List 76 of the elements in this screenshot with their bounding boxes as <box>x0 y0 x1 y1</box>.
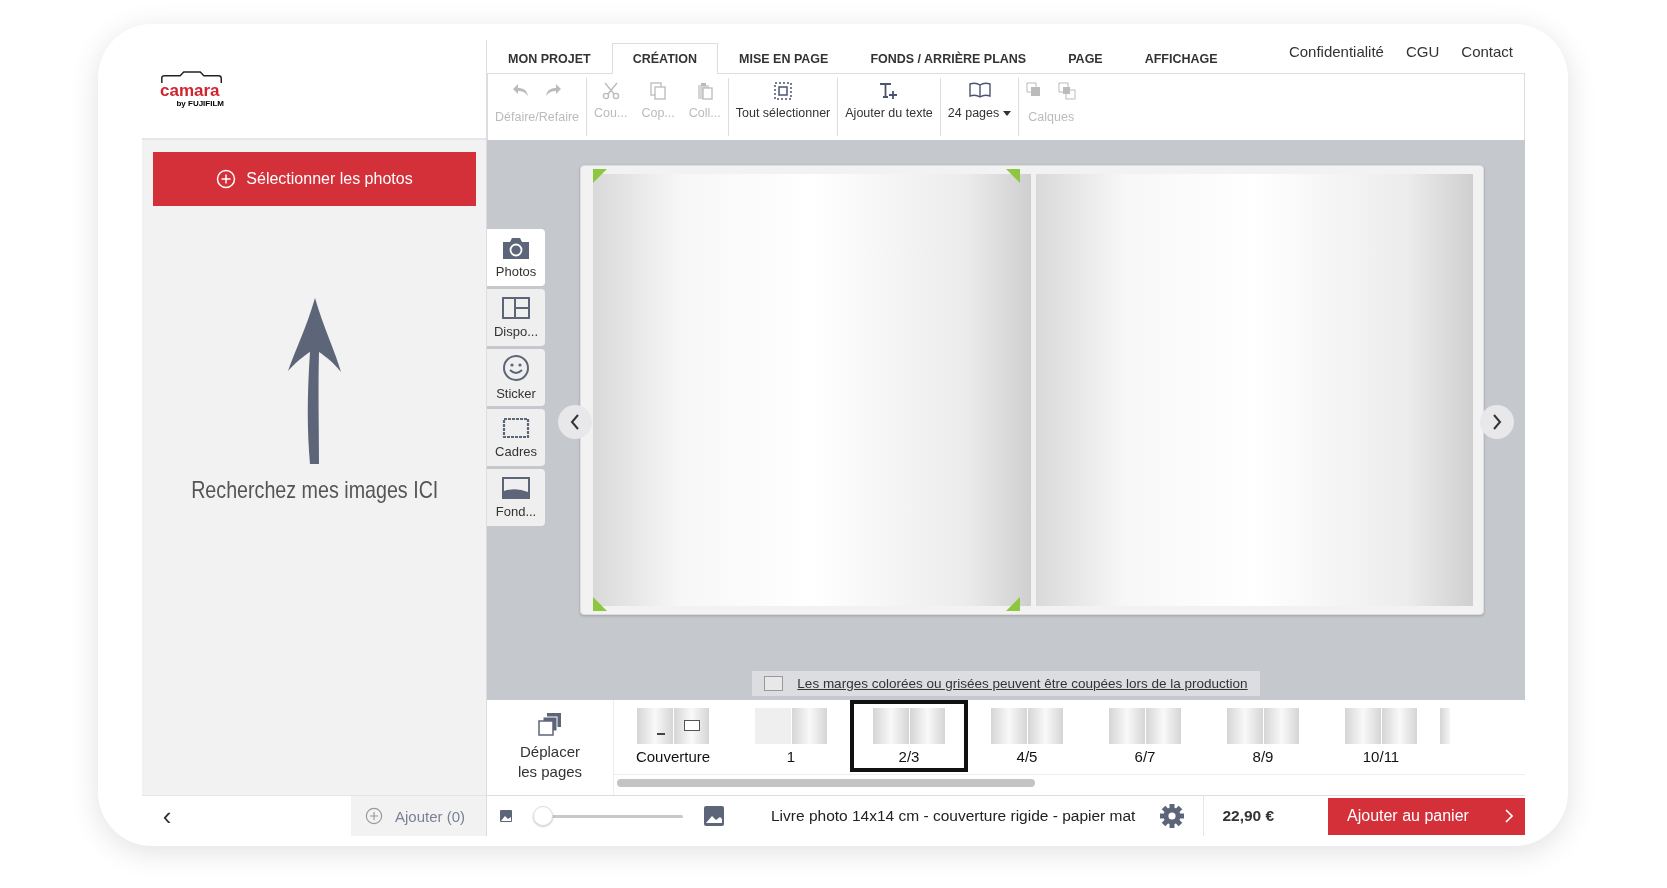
menu-tab[interactable]: PAGE <box>1047 43 1124 73</box>
page-thumbnail[interactable]: Couverture <box>614 700 732 772</box>
stacked-pages-icon <box>537 712 563 736</box>
collapse-button[interactable]: ‹ <box>142 796 192 836</box>
plus-circle-icon <box>365 807 383 825</box>
spread-preview <box>1227 708 1299 744</box>
header-link[interactable]: CGU <box>1405 43 1440 60</box>
side-tab[interactable]: Dispo... <box>487 289 545 346</box>
page-thumbnail[interactable]: 2/3 <box>850 700 968 772</box>
small-image-icon <box>499 809 513 823</box>
side-tab[interactable]: Sticker <box>487 349 545 406</box>
layout-icon <box>501 296 531 320</box>
scrollbar-thumb[interactable] <box>617 779 1035 787</box>
next-button[interactable] <box>1480 405 1514 439</box>
spread-preview <box>1345 708 1417 744</box>
side-tab[interactable]: Photos <box>487 229 545 286</box>
frame-icon <box>501 416 531 440</box>
add-to-cart-button[interactable]: Ajouter au panier <box>1328 797 1525 835</box>
redo-icon <box>544 82 563 98</box>
settings-icon[interactable] <box>1159 803 1186 829</box>
page-thumbnail[interactable]: 8/9 <box>1204 700 1322 772</box>
corner-mark-icon <box>593 597 607 611</box>
spread-preview <box>1440 708 1450 744</box>
logo-text: camara <box>160 81 220 99</box>
menu-tab[interactable]: CRÉATION <box>611 43 718 74</box>
corner-mark-icon <box>1006 169 1020 183</box>
page-thumbnail[interactable]: 4/5 <box>968 700 1086 772</box>
corner-mark-icon <box>593 169 607 183</box>
logo-byline: by FUJIFILM <box>176 99 224 108</box>
product-description: Livre photo 14x14 cm - couverture rigide - papier mat <box>771 807 1136 825</box>
checkbox[interactable] <box>764 676 784 691</box>
open-book-icon <box>968 82 991 98</box>
toolbar-button[interactable]: Tout sélectionner <box>728 78 839 136</box>
camera-outline-icon <box>160 70 224 84</box>
camera-icon <box>501 236 531 260</box>
zoom-slider[interactable] <box>533 806 683 826</box>
scissors-icon <box>601 82 620 100</box>
add-text-icon <box>879 82 900 100</box>
page-thumbnail[interactable]: 10/11 <box>1322 700 1440 772</box>
add-button[interactable]: Ajouter (0) <box>351 796 486 836</box>
page-preview <box>755 708 827 744</box>
copy-icon <box>649 82 668 100</box>
chevron-right-icon <box>1492 414 1502 430</box>
spread-preview <box>873 708 945 744</box>
toolbar-button[interactable]: Ajouter du texte <box>838 78 941 136</box>
side-tab[interactable]: Cadres <box>487 409 545 466</box>
side-tab[interactable]: Fond... <box>487 469 545 526</box>
notice-link[interactable]: Les marges colorées ou grisées peuvent être coupées lors de la production <box>797 676 1248 691</box>
slider-thumb[interactable] <box>533 806 553 826</box>
corner-mark-icon <box>1006 597 1020 611</box>
smiley-icon <box>502 354 530 382</box>
page-thumbnail[interactable]: 6/7 <box>1086 700 1204 772</box>
menu-tab[interactable]: FONDS / ARRIÈRE PLANS <box>849 43 1048 73</box>
background-icon <box>501 476 531 500</box>
menu-tab[interactable]: MISE EN PAGE <box>718 43 850 73</box>
select-photos-button[interactable]: Sélectionner les photos <box>153 152 476 206</box>
move-pages-button[interactable]: Déplacer les pages <box>487 700 614 795</box>
send-backward-icon <box>1058 82 1077 100</box>
toolbar-button[interactable]: 24 pages <box>940 78 1020 136</box>
header-link[interactable]: Contact <box>1461 43 1513 60</box>
menu-tab[interactable]: AFFICHAGE <box>1123 43 1239 73</box>
price: 22,90 € <box>1203 796 1303 836</box>
large-image-icon <box>703 805 725 827</box>
header-link[interactable]: Confidentialité <box>1288 43 1384 60</box>
menu-tab[interactable]: MON PROJET <box>487 43 612 73</box>
cover-preview <box>637 708 709 744</box>
search-hint: Recherchez mes images ICI <box>190 476 439 504</box>
spread-preview <box>991 708 1063 744</box>
page-thumbnail[interactable]: 1 <box>732 700 850 772</box>
previous-button[interactable] <box>558 405 592 439</box>
chevron-right-icon <box>1505 809 1513 823</box>
clipboard-icon <box>695 82 714 100</box>
chevron-left-icon <box>570 414 580 430</box>
plus-circle-icon <box>216 169 237 189</box>
spread-preview <box>1109 708 1181 744</box>
select-all-icon <box>774 82 792 100</box>
